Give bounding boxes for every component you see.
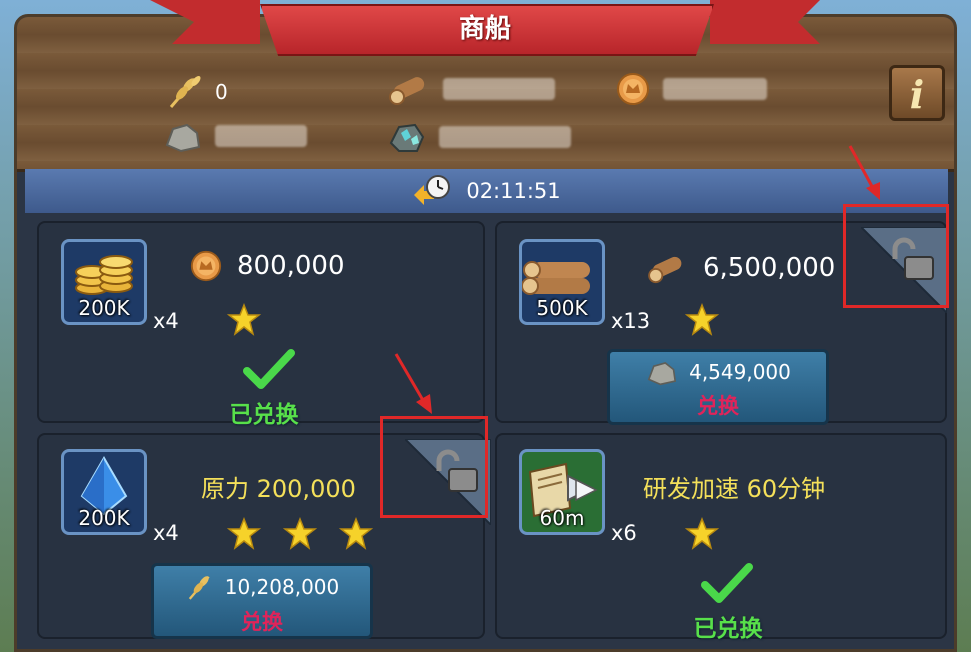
arrow-annotation (848, 145, 880, 200)
offer-title: 研发加速 60分钟 (643, 475, 826, 503)
gold-value-hidden (663, 78, 767, 100)
checkmark-icon (243, 349, 295, 389)
stone-icon (165, 123, 201, 153)
offer-multiplier: x6 (611, 521, 637, 545)
ore-value-hidden (439, 126, 571, 148)
clock-icon (414, 175, 451, 205)
star-icon (227, 517, 261, 550)
exchange-cost: 4,549,000 (610, 358, 826, 386)
offer-cost: 6,500,000 (647, 251, 835, 285)
stone-value-hidden (215, 125, 307, 147)
offer-amount: 200K (78, 506, 130, 530)
offer-multiplier: x4 (153, 309, 179, 333)
log-icon (648, 256, 682, 284)
offer-multiplier: x4 (153, 521, 179, 545)
exchange-button[interactable]: 10,208,000 兑换 (151, 563, 373, 639)
info-button[interactable]: i (889, 65, 945, 121)
resource-stone (163, 119, 307, 153)
highlight-box (843, 204, 949, 308)
offer-cost: 800,000 (189, 249, 345, 283)
star-icon (685, 303, 719, 336)
gold-coin-icon (617, 73, 649, 105)
timer-value: 02:11:51 (466, 179, 561, 203)
star-icon (227, 303, 261, 336)
gold-coin-icon (190, 250, 222, 282)
wood-value-hidden (443, 78, 555, 100)
star-icon (283, 517, 317, 550)
wheat-icon (188, 575, 210, 600)
offer-card-research: 60m x6 研发加速 60分钟 已兑换 (495, 433, 947, 642)
exchange-cost-value: 4,549,000 (689, 360, 791, 384)
resource-ore (387, 119, 571, 155)
offer-thumb-wood[interactable]: 500K (519, 239, 605, 325)
highlight-box (380, 416, 488, 518)
offer-title: 原力 200,000 (201, 475, 356, 503)
stone-icon (647, 362, 677, 386)
offer-thumb-force[interactable]: 200K (61, 449, 147, 535)
checkmark-icon (701, 563, 753, 603)
log-icon (389, 77, 425, 105)
title-banner: 商船 (150, 0, 820, 60)
offer-status: 已兑换 (229, 402, 299, 428)
offer-amount: 60m (539, 506, 585, 530)
merchant-ship-panel: 0 i 02:11:51 200K x4 800,000 已兑换 500K x1… (14, 14, 957, 652)
exchange-cost-value: 10,208,000 (224, 575, 340, 599)
exchange-label: 兑换 (241, 610, 283, 634)
exchange-button[interactable]: 4,549,000 兑换 (607, 349, 829, 425)
offer-amount: 500K (536, 296, 588, 320)
offer-multiplier: x13 (611, 309, 651, 333)
offer-amount: 200K (78, 296, 130, 320)
star-icon (685, 517, 719, 550)
resource-wood (389, 71, 555, 107)
page-title: 商船 (458, 14, 511, 44)
exchange-cost: 10,208,000 (154, 572, 370, 602)
offer-status: 已兑换 (693, 616, 763, 642)
offer-thumb-gold[interactable]: 200K (61, 239, 147, 325)
ore-icon (389, 123, 425, 152)
exchange-label: 兑换 (697, 394, 739, 418)
resource-wheat: 0 (165, 73, 228, 111)
offer-cost-value: 6,500,000 (703, 253, 836, 283)
offer-thumb-research[interactable]: 60m (519, 449, 605, 535)
offer-cost-value: 800,000 (237, 251, 345, 281)
arrow-annotation (394, 353, 432, 414)
wheat-icon (169, 76, 201, 108)
resource-gold (615, 71, 767, 107)
star-icon (339, 517, 373, 550)
wheat-value: 0 (215, 80, 228, 104)
refresh-timer-bar: 02:11:51 (25, 169, 948, 213)
